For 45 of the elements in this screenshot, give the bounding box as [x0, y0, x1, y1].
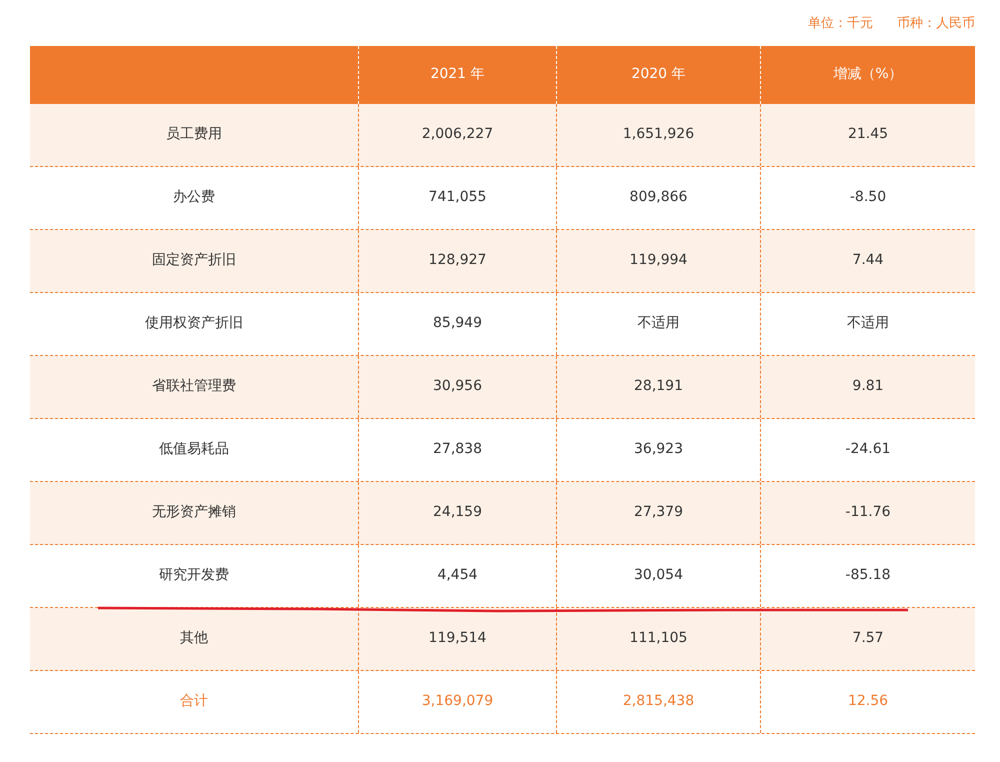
table-cell-text: 9.81	[852, 377, 884, 396]
column-header: 2020 年	[631, 65, 686, 84]
table-cell-text: 1,651,926	[622, 125, 694, 144]
table-cell-text: -24.61	[845, 440, 891, 459]
table-cell-text: 2,815,438	[622, 692, 694, 711]
unit-note: 币种：人民币	[897, 15, 975, 33]
table-cell-text: 28,191	[634, 377, 683, 396]
table-cell-text: 不适用	[847, 314, 889, 333]
table-cell-text: 27,379	[634, 503, 683, 522]
table-cell-text: 741,055	[428, 188, 486, 207]
table-cell-text: 合计	[180, 692, 208, 711]
table-cell-text: 30,054	[634, 566, 683, 585]
table-cell-text: 27,838	[433, 440, 482, 459]
table-cell-text: 省联社管理费	[152, 377, 236, 396]
table-cell-text: 研究开发费	[159, 566, 229, 585]
table-cell-text: 36,923	[634, 440, 683, 459]
table-cell-text: 员工费用	[166, 125, 222, 144]
table-cell-text: 12.56	[848, 692, 888, 711]
table-cell-text: 其他	[180, 629, 208, 648]
table-cell-text: 低值易耗品	[159, 440, 229, 459]
table-cell-text: 4,454	[437, 566, 478, 585]
table-cell-text: 7.44	[852, 251, 884, 270]
table-cell-text: 111,105	[630, 629, 688, 648]
table-cell-text: 使用权资产折旧	[145, 314, 243, 333]
table-cell-text: 办公费	[173, 188, 215, 207]
table-cell-text: 固定资产折旧	[152, 251, 236, 270]
table-cell-text: 24,159	[433, 503, 482, 522]
column-header: 增减（%）	[833, 65, 903, 84]
table-cell-text: 不适用	[638, 314, 680, 333]
table-cell-text: 7.57	[852, 629, 884, 648]
table-cell-text: -11.76	[845, 503, 891, 522]
table-cell-text: 3,169,079	[422, 692, 494, 711]
table-cell-text: -85.18	[845, 566, 891, 585]
unit-note: 单位：千元	[808, 15, 873, 33]
table-cell-text: 119,514	[428, 629, 486, 648]
table-cell-text: -8.50	[850, 188, 886, 207]
table-cell-text: 119,994	[630, 251, 688, 270]
table-cell-text: 2,006,227	[422, 125, 494, 144]
table-cell-text: 809,866	[630, 188, 688, 207]
table-cell-text: 85,949	[433, 314, 482, 333]
table-cell-text: 21.45	[848, 125, 888, 144]
column-header: 2021 年	[430, 65, 485, 84]
table-cell-text: 无形资产摊销	[152, 503, 236, 522]
table-cell-text: 30,956	[433, 377, 482, 396]
table-cell-text: 128,927	[428, 251, 486, 270]
